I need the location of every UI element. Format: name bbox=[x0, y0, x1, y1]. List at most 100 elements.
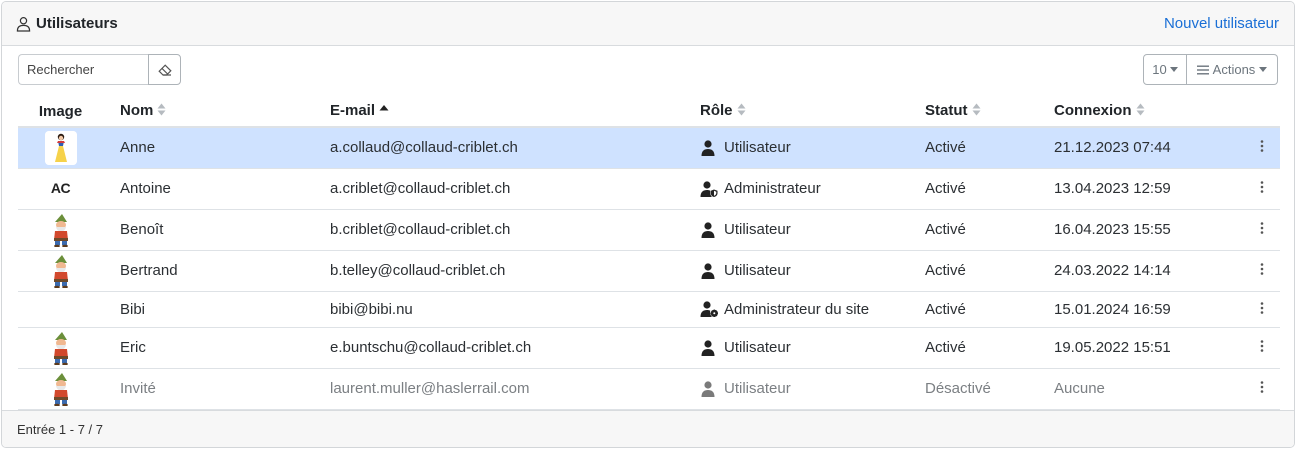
user-email: a.criblet@collaud-criblet.ch bbox=[328, 168, 683, 210]
last-login: 21.12.2023 07:44 bbox=[1037, 127, 1244, 169]
user-role: Utilisateur bbox=[724, 139, 791, 157]
kebab-menu-icon bbox=[1260, 140, 1264, 153]
user-name: Anne bbox=[103, 127, 328, 169]
user-email: a.collaud@collaud-criblet.ch bbox=[328, 127, 683, 169]
table-row[interactable]: Eric e.buntschu@collaud-criblet.ch Utili… bbox=[18, 327, 1280, 369]
table-row[interactable]: Bibi bibi@bibi.nu Administrateur du site… bbox=[18, 291, 1280, 328]
user-name: Benoît bbox=[103, 209, 328, 251]
avatar-cell: AC bbox=[18, 168, 103, 210]
dwarf-avatar bbox=[45, 372, 77, 406]
user-role: Utilisateur bbox=[724, 221, 791, 238]
user-name: Eric bbox=[103, 327, 328, 369]
user-icon bbox=[700, 339, 718, 356]
avatar-cell bbox=[18, 209, 103, 251]
user-status: Désactivé bbox=[908, 368, 1037, 410]
user-name: Bibi bbox=[103, 291, 328, 328]
table-row[interactable]: Benoît b.criblet@collaud-criblet.ch Util… bbox=[18, 209, 1280, 251]
table-row[interactable]: Invité laurent.muller@haslerrail.com Uti… bbox=[18, 368, 1280, 410]
user-icon bbox=[700, 140, 718, 156]
entries-count: Entrée 1 - 7 / 7 bbox=[17, 421, 103, 437]
last-login: 24.03.2022 14:14 bbox=[1037, 250, 1244, 292]
column-header-email[interactable]: E-mail bbox=[328, 96, 683, 128]
user-status: Activé bbox=[908, 291, 1037, 328]
avatar-cell bbox=[18, 291, 103, 328]
row-menu-button[interactable] bbox=[1244, 168, 1280, 210]
chevron-down-icon bbox=[1169, 67, 1178, 72]
row-menu-button[interactable] bbox=[1244, 127, 1280, 169]
column-header-menu bbox=[1244, 96, 1280, 128]
users-card: Utilisateurs Nouvel utilisateur 10 bbox=[1, 1, 1295, 448]
last-login: 15.01.2024 16:59 bbox=[1037, 291, 1244, 328]
initials-avatar: AC bbox=[50, 180, 71, 196]
table-header-row: Image Nom E-mail Rôle Statut Connexion bbox=[18, 96, 1280, 128]
user-email: e.buntschu@collaud-criblet.ch bbox=[328, 327, 683, 369]
user-name: Bertrand bbox=[103, 250, 328, 292]
sort-ascending-icon bbox=[379, 103, 389, 120]
sort-icon bbox=[737, 103, 746, 120]
role-cell: Utilisateur bbox=[683, 250, 908, 292]
eraser-icon bbox=[157, 63, 172, 76]
avatar-cell bbox=[18, 368, 103, 410]
page-title: Utilisateurs bbox=[16, 15, 118, 32]
list-icon bbox=[1196, 65, 1209, 74]
actions-label: Actions bbox=[1212, 62, 1256, 77]
page-size-value: 10 bbox=[1152, 62, 1167, 77]
user-role: Administrateur bbox=[724, 180, 821, 197]
row-menu-button[interactable] bbox=[1244, 250, 1280, 292]
role-cell: Administrateur bbox=[683, 168, 908, 210]
user-role: Utilisateur bbox=[724, 262, 791, 279]
card-header: Utilisateurs Nouvel utilisateur bbox=[2, 2, 1294, 46]
user-outline-icon bbox=[16, 16, 31, 32]
kebab-menu-icon bbox=[1260, 301, 1264, 314]
column-header-role[interactable]: Rôle bbox=[683, 96, 908, 128]
last-login: 16.04.2023 15:55 bbox=[1037, 209, 1244, 251]
table-row[interactable]: Anne a.collaud@collaud-criblet.ch Utilis… bbox=[18, 127, 1280, 169]
role-cell: Utilisateur bbox=[683, 368, 908, 410]
dwarf-avatar bbox=[45, 254, 77, 288]
new-user-link[interactable]: Nouvel utilisateur bbox=[1164, 15, 1279, 32]
table-row[interactable]: Bertrand b.telley@collaud-criblet.ch Uti… bbox=[18, 250, 1280, 292]
kebab-menu-icon bbox=[1260, 263, 1264, 275]
sort-icon bbox=[972, 103, 981, 120]
page-size-dropdown[interactable]: 10 bbox=[1143, 54, 1187, 85]
clear-search-button[interactable] bbox=[148, 54, 181, 85]
chevron-down-icon bbox=[1259, 67, 1268, 72]
avatar-cell bbox=[18, 327, 103, 369]
row-menu-button[interactable] bbox=[1244, 209, 1280, 251]
user-shield-icon bbox=[700, 180, 718, 197]
user-email: bibi@bibi.nu bbox=[328, 291, 683, 328]
user-name: Antoine bbox=[103, 168, 328, 210]
avatar-cell bbox=[18, 250, 103, 292]
users-table: Image Nom E-mail Rôle Statut Connexion A… bbox=[18, 96, 1280, 410]
table-row[interactable]: AC Antoine a.criblet@collaud-criblet.ch … bbox=[18, 168, 1280, 210]
user-role: Utilisateur bbox=[724, 380, 791, 397]
kebab-menu-icon bbox=[1260, 181, 1264, 193]
user-icon bbox=[700, 221, 718, 238]
role-cell: Utilisateur bbox=[683, 209, 908, 251]
search-input[interactable] bbox=[18, 54, 148, 85]
dwarf-avatar bbox=[45, 331, 77, 365]
user-role: Administrateur du site bbox=[724, 300, 870, 318]
column-header-name[interactable]: Nom bbox=[103, 96, 328, 128]
user-gear-icon bbox=[700, 301, 718, 317]
row-menu-button[interactable] bbox=[1244, 368, 1280, 410]
last-login: 13.04.2023 12:59 bbox=[1037, 168, 1244, 210]
search-group bbox=[18, 54, 181, 85]
row-menu-button[interactable] bbox=[1244, 327, 1280, 369]
row-menu-button[interactable] bbox=[1244, 291, 1280, 328]
actions-dropdown[interactable]: Actions bbox=[1187, 54, 1278, 85]
table-controls: 10 Actions bbox=[1143, 54, 1278, 85]
kebab-menu-icon bbox=[1260, 381, 1264, 393]
user-status: Activé bbox=[908, 127, 1037, 169]
toolbar: 10 Actions bbox=[18, 54, 1278, 86]
avatar-cell bbox=[18, 127, 103, 169]
user-status: Activé bbox=[908, 327, 1037, 369]
snow-white-avatar bbox=[44, 130, 77, 165]
sort-icon bbox=[157, 103, 166, 120]
kebab-menu-icon bbox=[1260, 222, 1264, 234]
role-cell: Utilisateur bbox=[683, 127, 908, 169]
column-header-status[interactable]: Statut bbox=[908, 96, 1037, 128]
sort-icon bbox=[1136, 103, 1145, 120]
column-header-login[interactable]: Connexion bbox=[1037, 96, 1244, 128]
user-role: Utilisateur bbox=[724, 339, 791, 356]
